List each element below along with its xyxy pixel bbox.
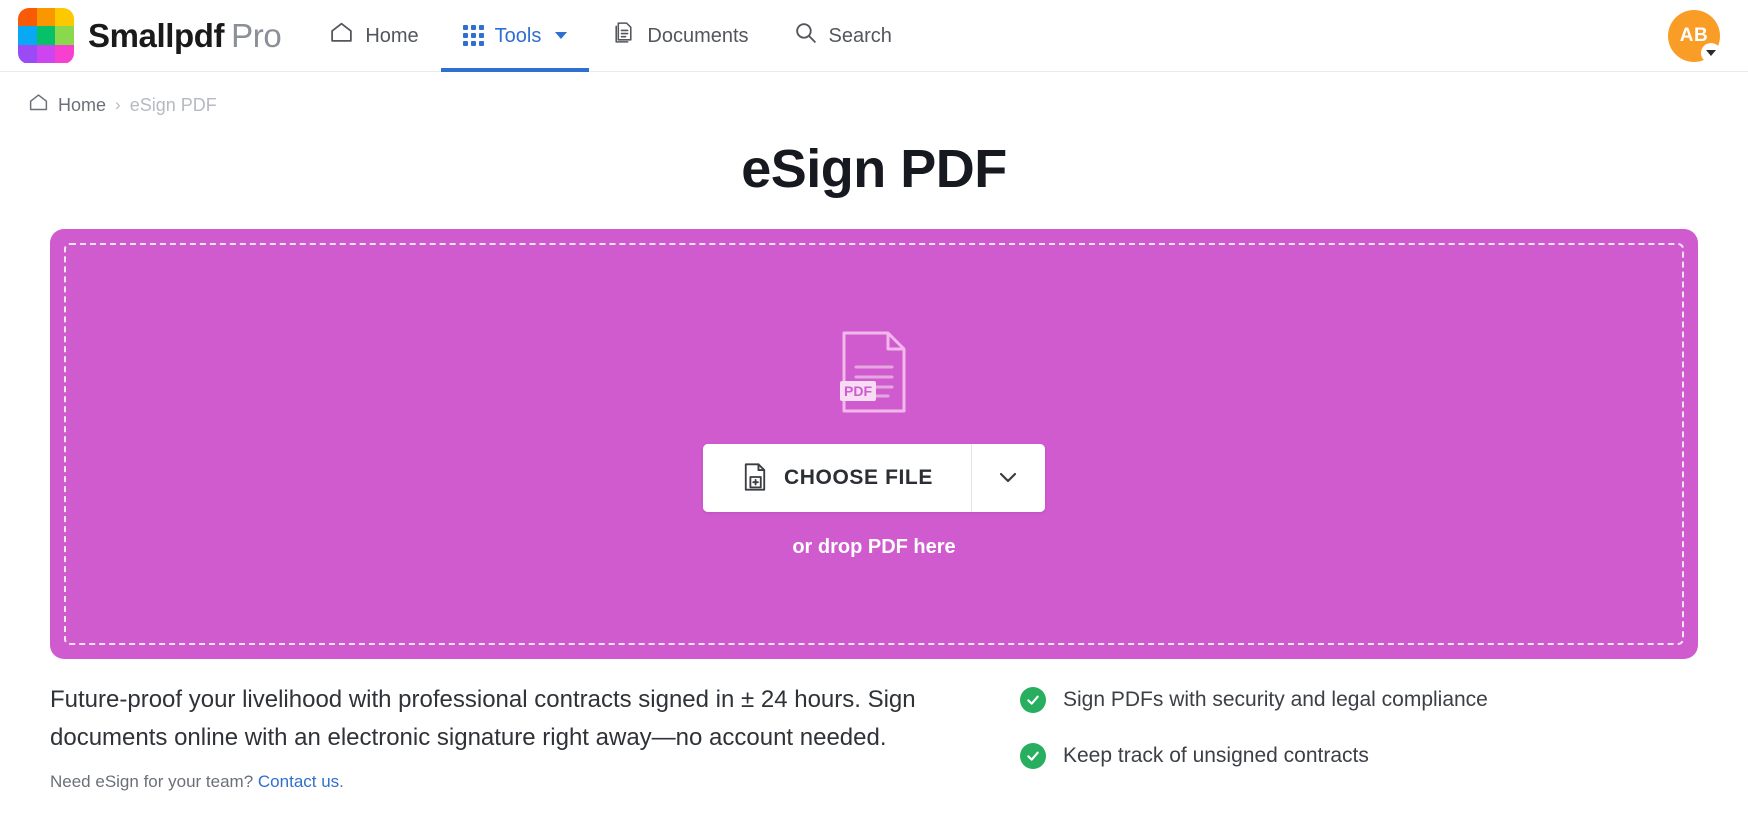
- logo-cell-3: [18, 26, 37, 45]
- logo-cell-1: [36, 7, 56, 27]
- team-contact-line: Need eSign for your team? Contact us.: [50, 772, 980, 792]
- search-icon: [793, 20, 818, 51]
- pdf-file-icon: PDF: [838, 329, 910, 420]
- choose-file-control: CHOOSE FILE: [703, 444, 1045, 513]
- check-circle-icon: [1020, 743, 1046, 770]
- breadcrumb: Home › eSign PDF: [0, 72, 1748, 118]
- brand-plan: Pro: [231, 16, 282, 54]
- page-title: eSign PDF: [741, 139, 1007, 199]
- file-dropzone[interactable]: PDF CHOOSE FILE or drop PDF here: [50, 229, 1698, 660]
- svg-text:PDF: PDF: [844, 383, 872, 399]
- contact-us-link[interactable]: Contact us: [258, 772, 339, 791]
- nav-items: Home Tools Documents Search: [307, 0, 914, 72]
- breadcrumb-item-home[interactable]: Home: [58, 95, 106, 116]
- avatar-chevron-down-icon[interactable]: [1701, 42, 1721, 63]
- documents-icon: [611, 20, 636, 51]
- home-icon: [329, 20, 354, 51]
- chevron-down-icon: [555, 32, 568, 39]
- breadcrumb-separator: ›: [115, 95, 121, 114]
- nav-item-documents-label: Documents: [647, 24, 749, 47]
- team-prompt-text: Need eSign for your team?: [50, 771, 254, 791]
- choose-file-button[interactable]: CHOOSE FILE: [703, 444, 971, 513]
- logo-cell-6: [18, 44, 37, 64]
- feature-label: Keep track of unsigned contracts: [1063, 744, 1369, 768]
- brand-logo[interactable]: Smallpdf Pro: [18, 7, 282, 64]
- nav-item-search[interactable]: Search: [771, 0, 914, 72]
- logo-cell-4: [36, 26, 56, 45]
- logo-cell-2: [55, 7, 74, 27]
- nav-item-tools-label: Tools: [494, 24, 542, 47]
- features-column: Sign PDFs with security and legal compli…: [1020, 681, 1698, 799]
- top-navigation-bar: Smallpdf Pro Home Tools Documents Search…: [0, 0, 1748, 72]
- active-tab-underline: [440, 67, 590, 72]
- choose-file-label: CHOOSE FILE: [784, 466, 933, 490]
- feature-label: Sign PDFs with security and legal compli…: [1063, 688, 1488, 712]
- description-column: Future-proof your livelihood with profes…: [50, 681, 980, 799]
- brand-name: Smallpdf: [88, 16, 225, 54]
- brand-wordmark: Smallpdf Pro: [88, 16, 282, 55]
- drop-hint-text: or drop PDF here: [792, 536, 956, 559]
- avatar-menu[interactable]: AB: [1668, 9, 1721, 63]
- nav-item-tools[interactable]: Tools: [440, 0, 590, 72]
- logo-cell-8: [55, 44, 74, 64]
- nav-item-home-label: Home: [365, 24, 419, 47]
- choose-file-dropdown-button[interactable]: [970, 444, 1045, 513]
- nav-item-search-label: Search: [828, 24, 892, 47]
- logo-cell-0: [18, 7, 37, 27]
- feature-item: Sign PDFs with security and legal compli…: [1020, 687, 1698, 714]
- nav-item-home[interactable]: Home: [307, 0, 440, 72]
- file-add-icon: [741, 462, 769, 495]
- check-circle-icon: [1020, 687, 1046, 714]
- tool-description: Future-proof your livelihood with profes…: [50, 686, 916, 751]
- smallpdf-logo-icon: [18, 7, 74, 64]
- logo-cell-7: [36, 44, 56, 64]
- team-suffix-text: .: [339, 771, 344, 791]
- file-dropzone-inner[interactable]: PDF CHOOSE FILE or drop PDF here: [64, 243, 1684, 646]
- logo-cell-5: [55, 26, 74, 45]
- breadcrumb-item-esign-pdf: eSign PDF: [129, 94, 217, 115]
- feature-item: Keep track of unsigned contracts: [1020, 743, 1698, 770]
- chevron-down-icon: [996, 465, 1020, 492]
- grid-icon: [462, 25, 484, 46]
- breadcrumb-home-icon[interactable]: [28, 92, 49, 118]
- bottom-section: Future-proof your livelihood with profes…: [0, 659, 1748, 799]
- nav-item-documents[interactable]: Documents: [589, 0, 770, 72]
